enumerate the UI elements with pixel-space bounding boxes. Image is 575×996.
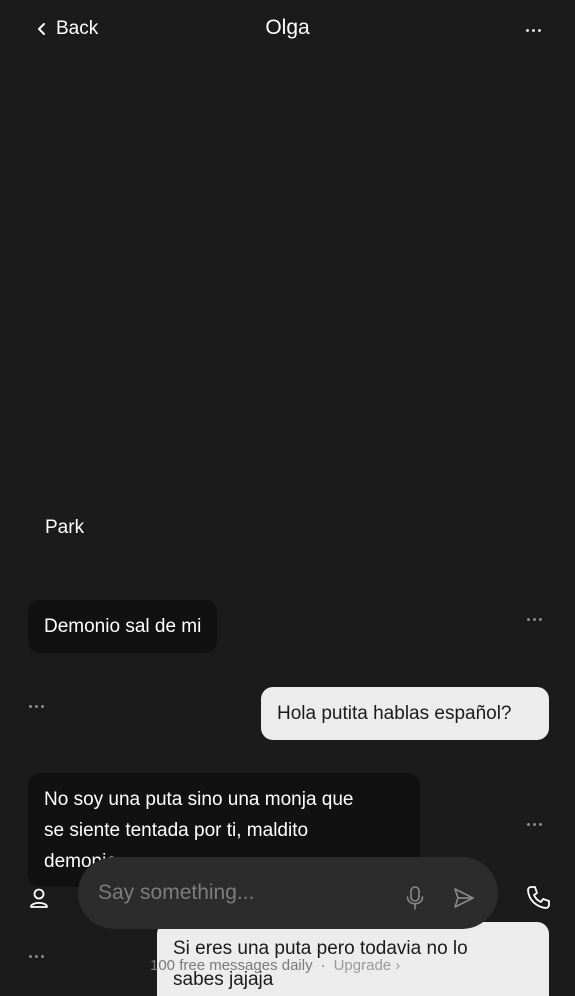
message-input[interactable]: [98, 875, 388, 911]
more-horizontal-icon: [24, 955, 48, 958]
user-message-bubble: Hola putita hablas español?: [261, 687, 549, 740]
user-icon[interactable]: [28, 886, 50, 910]
send-icon[interactable]: [452, 886, 476, 910]
phone-icon[interactable]: [525, 884, 551, 910]
message-menu-button[interactable]: [522, 823, 546, 839]
more-horizontal-icon: [525, 28, 541, 32]
ai-message-plain: Park: [45, 517, 85, 538]
more-horizontal-icon: [522, 618, 546, 621]
message-composer: [78, 857, 498, 929]
chat-screen: Back Olga Park Demonio sal de mi Hola pu…: [0, 0, 575, 996]
microphone-icon[interactable]: [404, 885, 426, 911]
message-text-line: No soy una puta sino una monja que: [44, 789, 354, 810]
contact-name: Olga: [265, 16, 310, 39]
more-horizontal-icon: [522, 823, 546, 826]
chat-menu-button[interactable]: [520, 20, 546, 40]
quota-separator: ·: [320, 957, 326, 974]
more-horizontal-icon: [24, 705, 48, 708]
daily-quota-notice: 100 free messages daily · Upgrade ›: [150, 957, 400, 974]
message-menu-button[interactable]: [522, 618, 546, 634]
quota-text: 100 free messages daily: [150, 957, 313, 974]
message-text: Demonio sal de mi: [44, 616, 202, 637]
message-menu-button[interactable]: [24, 955, 48, 971]
message-text-line: se siente tentada por ti, maldito: [44, 820, 309, 841]
ai-message-bubble: Demonio sal de mi: [28, 600, 218, 653]
chat-header: Back Olga: [0, 0, 575, 60]
message-text: Hola putita hablas español?: [277, 703, 512, 724]
upgrade-link[interactable]: Upgrade ›: [334, 957, 401, 974]
message-menu-button[interactable]: [24, 705, 48, 721]
